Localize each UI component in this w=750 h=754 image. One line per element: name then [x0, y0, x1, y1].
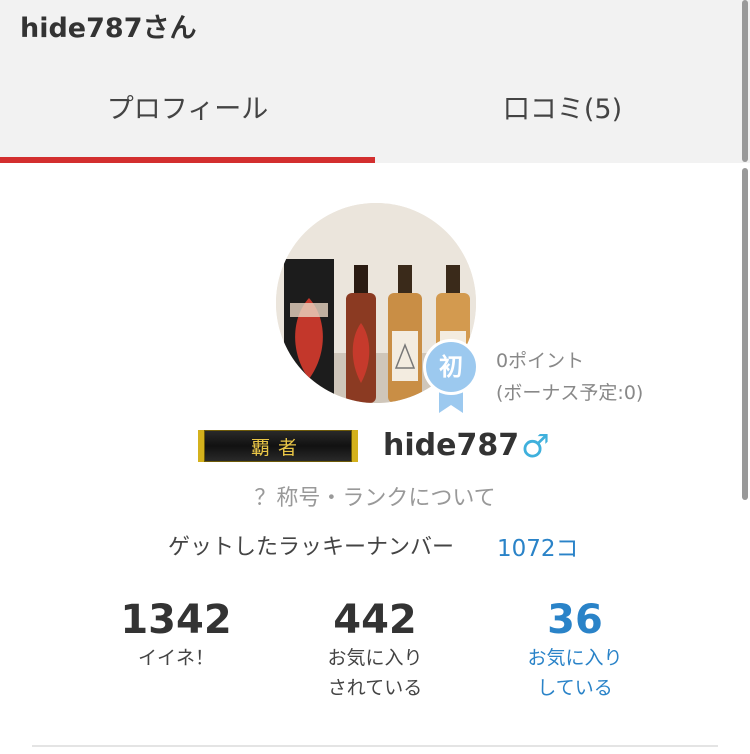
profile-page: hide787さん プロフィール 口コミ(5) 初 0ポイント (ボーナス予定:…: [0, 0, 750, 754]
scrollbar-top[interactable]: [742, 0, 748, 162]
male-icon: ♂: [521, 427, 550, 465]
beginner-badge: 初: [421, 339, 481, 413]
active-tab-indicator: [0, 157, 375, 163]
points-text: 0ポイント: [496, 350, 585, 372]
lucky-number-count[interactable]: 1072コ: [497, 529, 579, 563]
scrollbar[interactable]: [742, 168, 748, 500]
favorites-label-line1: お気に入り: [527, 647, 623, 669]
favorited-by-label-line2: されている: [327, 677, 423, 699]
username: hide787: [383, 428, 520, 463]
rank-title-plate: 覇者: [198, 430, 358, 462]
likes-count: 1342: [120, 597, 232, 643]
likes-stat: 1342 イイネ！: [86, 597, 266, 673]
favorited-by-label-line1: お気に入り: [327, 647, 423, 669]
likes-label: イイネ！: [137, 647, 214, 669]
favorites-stat[interactable]: 36 お気に入り している: [485, 597, 665, 703]
favorites-label-line2: している: [537, 677, 613, 699]
bonus-text: (ボーナス予定:0): [496, 382, 644, 404]
favorited-by-stat: 442 お気に入り されている: [285, 597, 465, 703]
divider: [32, 745, 718, 747]
favorited-by-count: 442: [333, 597, 417, 643]
lucky-number-label: ゲットしたラッキーナンバー: [168, 535, 455, 560]
tab-reviews[interactable]: 口コミ(5): [375, 88, 750, 132]
rank-info-link[interactable]: ？称号・ランクについて: [0, 480, 750, 512]
rank-title: 覇者: [250, 437, 305, 459]
badge-label: 初: [423, 339, 479, 395]
header: hide787さん プロフィール 口コミ(5): [0, 0, 750, 163]
favorites-count: 36: [547, 597, 603, 643]
page-title: hide787さん: [20, 13, 197, 44]
tab-profile[interactable]: プロフィール: [0, 88, 375, 132]
